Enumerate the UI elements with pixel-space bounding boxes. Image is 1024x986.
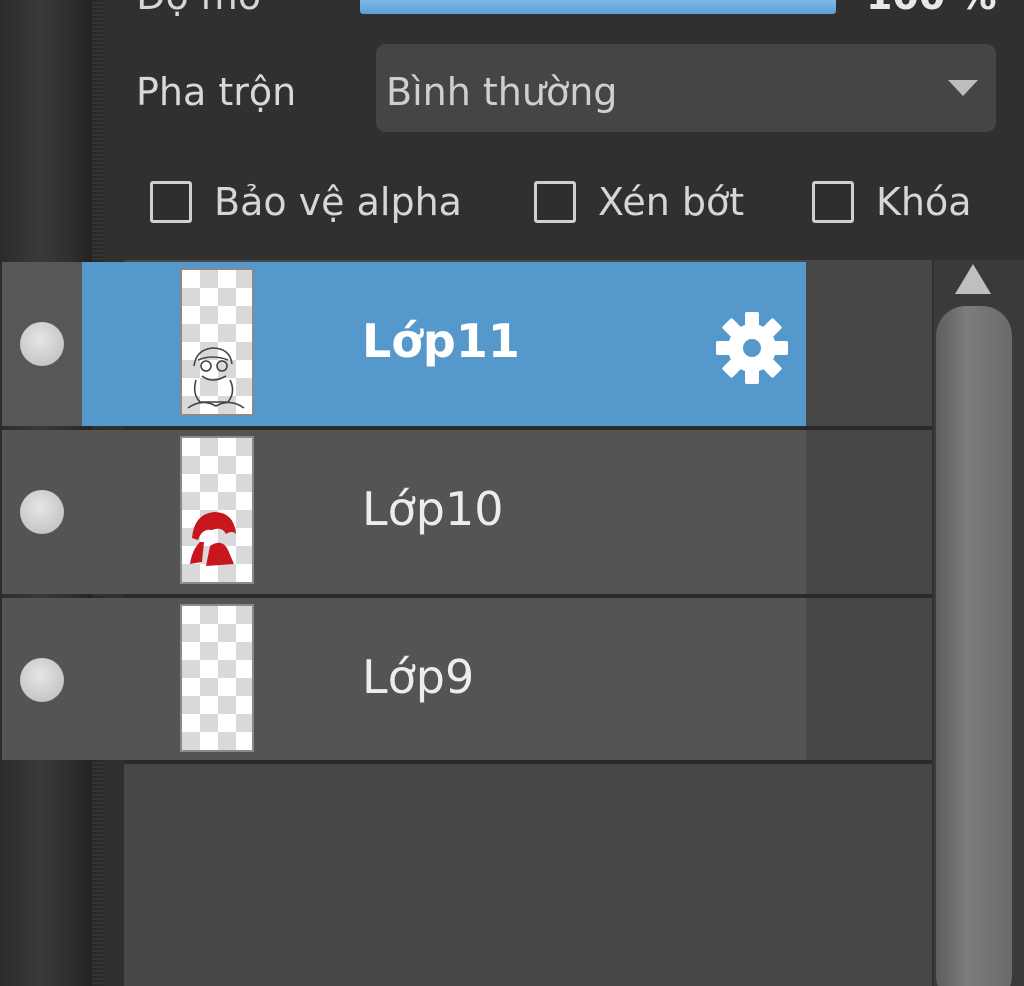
visibility-toggle-icon[interactable] <box>20 322 64 366</box>
blend-mode-select[interactable]: Bình thường <box>376 44 996 132</box>
protect-alpha-checkbox[interactable]: Bảo vệ alpha <box>150 176 462 228</box>
checkbox-box[interactable] <box>812 181 854 223</box>
clip-label: Xén bớt <box>598 180 745 224</box>
lock-label: Khóa <box>876 180 972 224</box>
blend-mode-label: Pha trộn <box>136 70 297 114</box>
dropdown-arrow-icon <box>948 80 978 96</box>
scrollbar-thumb[interactable] <box>936 306 1012 986</box>
layer-name[interactable]: Lớp9 <box>362 650 474 704</box>
opacity-slider[interactable] <box>360 0 836 14</box>
layer-panel-window: Độ mờ 100 % Pha trộn Bình thường Bảo vệ … <box>0 0 1024 986</box>
layer-thumbnail <box>180 604 254 752</box>
blend-mode-value: Bình thường <box>386 70 618 114</box>
clip-checkbox[interactable]: Xén bớt <box>534 176 744 228</box>
layer-thumbnail <box>180 268 254 416</box>
protect-alpha-label: Bảo vệ alpha <box>214 180 462 224</box>
checkbox-box[interactable] <box>150 181 192 223</box>
row-divider <box>124 760 932 764</box>
visibility-toggle-icon[interactable] <box>20 490 64 534</box>
layer-name[interactable]: Lớp10 <box>362 482 504 536</box>
gear-icon[interactable] <box>712 308 792 388</box>
layer-row-layer9[interactable]: Lớp9 <box>2 598 806 760</box>
opacity-value[interactable]: 100 % <box>866 0 997 18</box>
sketch-thumbnail-icon <box>187 347 245 409</box>
layer-row-layer10[interactable]: Lớp10 <box>2 430 806 594</box>
layer-row-layer11[interactable]: Lớp11 <box>2 262 806 426</box>
opacity-label: Độ mờ <box>136 0 261 18</box>
layer-name[interactable]: Lớp11 <box>362 314 520 368</box>
lock-checkbox[interactable]: Khóa <box>812 176 972 228</box>
scroll-up-arrow-icon[interactable] <box>955 264 991 294</box>
visibility-toggle-icon[interactable] <box>20 658 64 702</box>
red-shape-thumbnail-icon <box>190 512 236 566</box>
checkbox-box[interactable] <box>534 181 576 223</box>
layer-thumbnail <box>180 436 254 584</box>
